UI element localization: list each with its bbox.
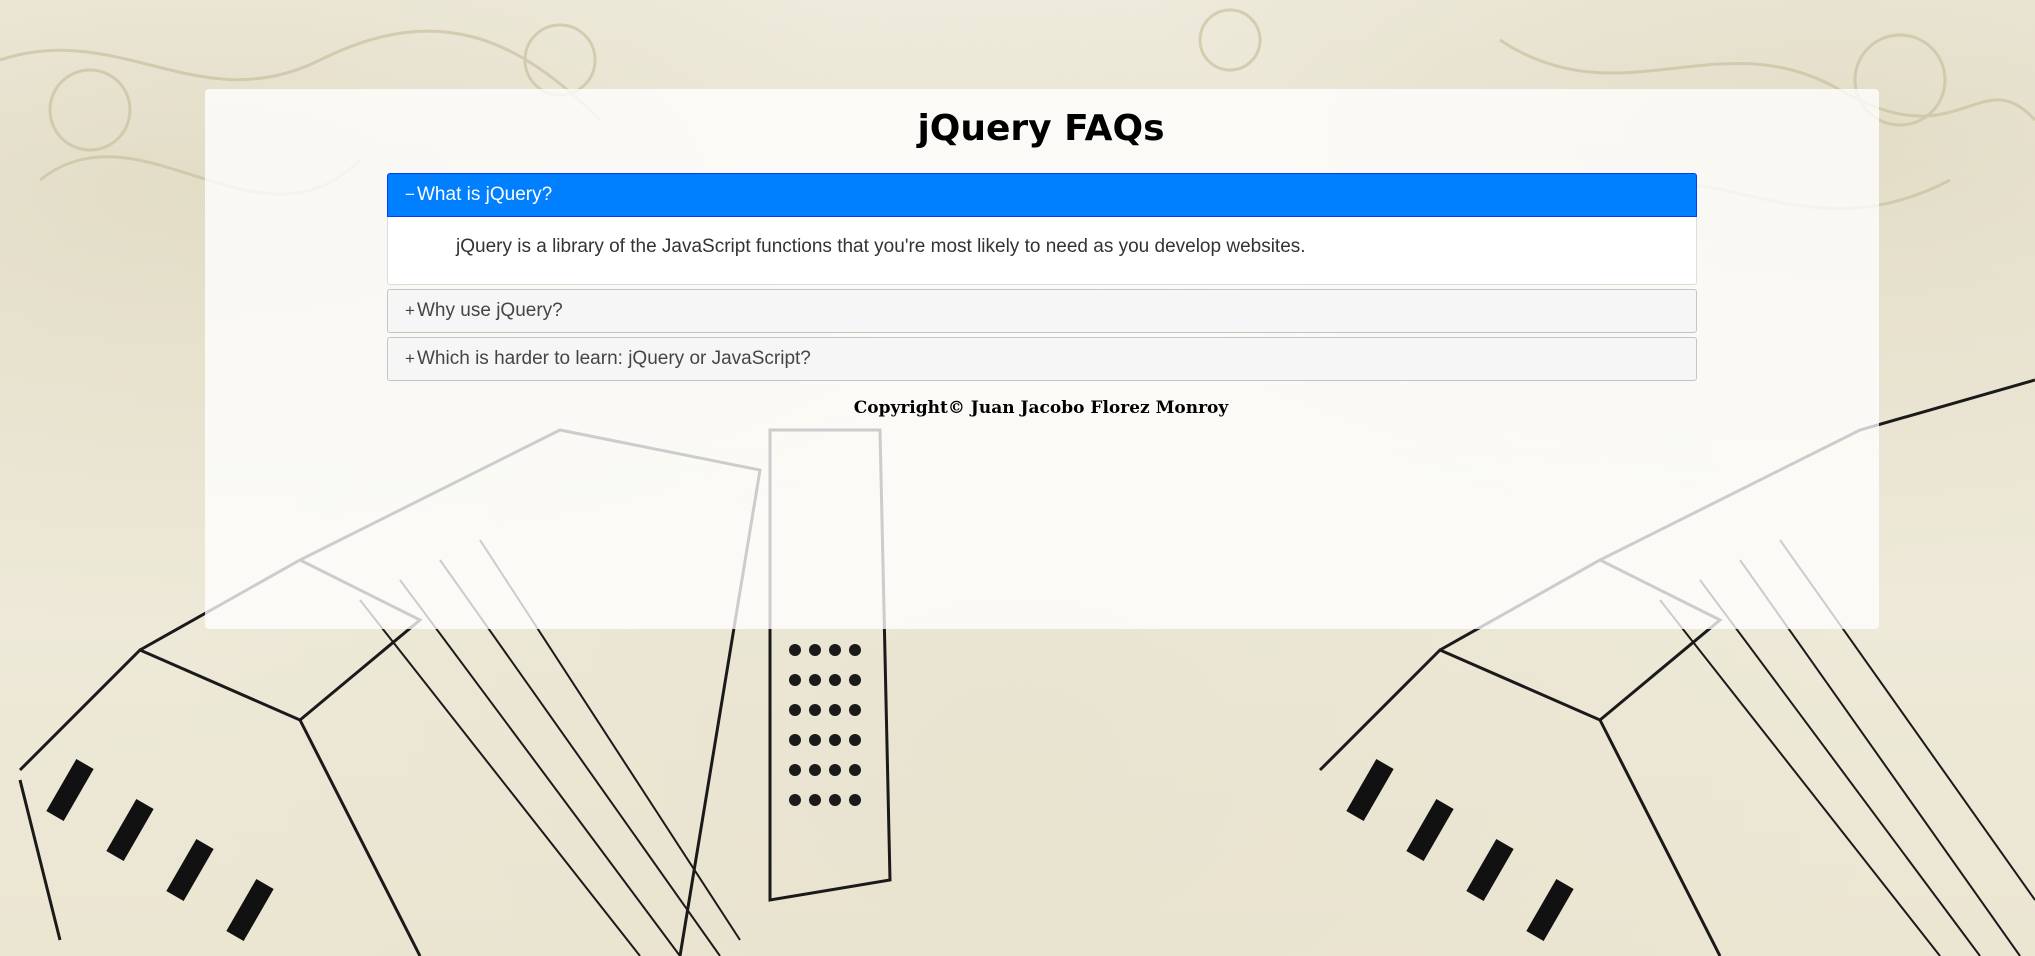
- faq-question: What is jQuery?: [417, 184, 553, 205]
- faq-header-why-use-jquery[interactable]: + Why use jQuery?: [387, 289, 1697, 333]
- copyright-footer: Copyright© Juan Jacobo Florez Monroy: [853, 398, 1229, 418]
- faq-header-which-is-harder[interactable]: + Which is harder to learn: jQuery or Ja…: [387, 337, 1697, 381]
- faq-answer-text: jQuery is a library of the JavaScript fu…: [456, 236, 1306, 257]
- faq-answer-panel: jQuery is a library of the JavaScript fu…: [387, 217, 1697, 285]
- faq-header-what-is-jquery[interactable]: − What is jQuery?: [387, 173, 1697, 217]
- page-title: jQuery FAQs: [917, 108, 1165, 149]
- faq-accordion: − What is jQuery? jQuery is a library of…: [387, 173, 1697, 381]
- plus-icon: +: [405, 349, 415, 368]
- faq-question: Why use jQuery?: [417, 300, 563, 321]
- plus-icon: +: [405, 301, 415, 320]
- faq-question: Which is harder to learn: jQuery or Java…: [417, 348, 811, 369]
- minus-icon: −: [405, 185, 415, 204]
